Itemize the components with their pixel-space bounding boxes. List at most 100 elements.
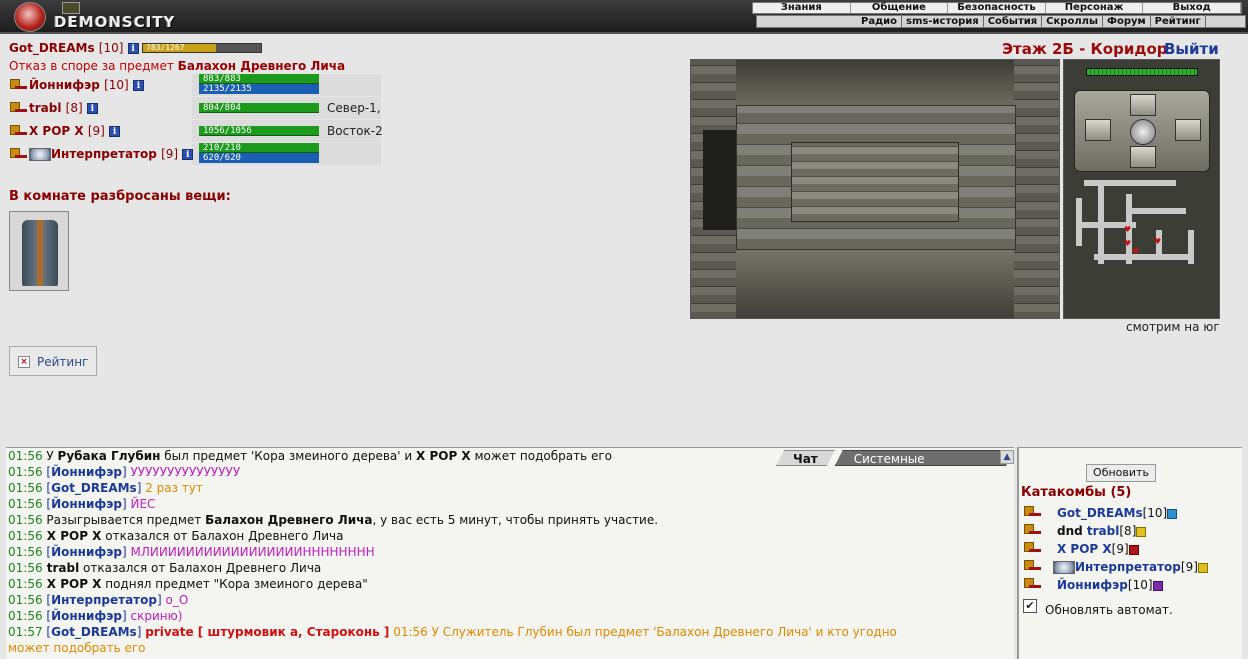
chat-author[interactable]: Йоннифэр [51,609,122,623]
party-member-location: Север-1, [327,101,381,115]
submenu-sms-history[interactable]: sms-история [902,16,984,27]
info-icon[interactable]: i [127,43,139,54]
room-user-level: [8] [1119,524,1137,538]
chat-text: X POP X [42,577,102,591]
chat-author[interactable]: Интерпретатор [51,593,157,607]
chat-author[interactable]: Йоннифэр [51,465,122,479]
transfer-arrow-icon[interactable] [9,79,29,92]
party-member-name[interactable]: trabl [29,101,61,115]
tab-chat[interactable]: Чат [776,450,835,466]
party-member-bars: 1056/1056 [199,126,319,136]
room-user-row: dnd trabl[8] [1021,522,1239,540]
chat-timestamp: 01:56 [8,449,43,463]
submenu-rating[interactable]: Рейтинг [1151,16,1206,27]
chat-author[interactable]: Got_DREAMs [51,625,137,639]
room-user-name[interactable]: trabl [1087,524,1119,538]
chat-text: УУУУУУУУУУУУУУУ [130,465,241,479]
room-user-level: [10] [1127,578,1153,592]
party-member-name[interactable]: Йоннифэр [29,78,100,92]
submenu-events[interactable]: События [984,16,1043,27]
party-member-row: Йоннифэр [10] i 883/883 2135/2135 [9,74,381,97]
chat-text: [ [42,497,52,511]
rotate-center-button[interactable] [1130,119,1156,145]
player-marker-icon: ♥ [1132,247,1140,256]
chat-timestamp: 01:56 [8,497,43,511]
info-icon[interactable]: i [132,80,144,91]
chat-text: [ [42,609,52,623]
info-icon[interactable] [1128,544,1139,555]
dungeon-view[interactable] [690,59,1060,319]
chat-text: X POP X [42,529,102,543]
menu-knowledge[interactable]: Знания [753,3,851,13]
logo-text: DEMONSCITY [54,13,176,31]
move-forward-button[interactable] [1130,94,1156,116]
my-name[interactable]: Got_DREAMs [9,41,95,55]
experience-fill: 783/1267 [143,44,217,52]
room-user-name-block[interactable]: Йоннифэр[10] [1057,578,1163,592]
chat-author[interactable]: Йоннифэр [51,545,122,559]
room-user-name[interactable]: Интерпретатор [1075,560,1181,574]
party-member-name-block[interactable]: Йоннифэр [10] i [9,78,144,92]
room-user-name-block[interactable]: dnd trabl[8] [1057,524,1147,538]
chat-tabs: Чат Системные сообщения [776,450,1014,466]
transfer-arrow-icon[interactable] [1023,560,1043,573]
room-user-name-block[interactable]: Got_DREAMs[10] [1057,506,1178,520]
rating-button[interactable]: × Рейтинг [9,346,97,376]
turn-right-button[interactable] [1175,119,1201,141]
room-user-level: [9] [1111,542,1129,556]
logo-emblem-icon [14,2,46,32]
move-back-button[interactable] [1130,146,1156,168]
party-member-name-block[interactable]: Интерпретатор [9] i [9,147,194,161]
menu-security[interactable]: Безопасность [948,3,1046,13]
transfer-arrow-icon[interactable] [1023,524,1043,537]
chat-text: может подобрать его [8,641,146,655]
info-icon[interactable] [1167,508,1178,519]
menu-exit[interactable]: Выход [1143,3,1241,13]
transfer-arrow-icon[interactable] [9,148,29,161]
transfer-arrow-icon[interactable] [1023,506,1043,519]
robe-item-icon[interactable] [9,211,69,291]
chat-log[interactable]: 01:56 У Рубака Глубин был предмет 'Кора … [6,447,1014,659]
room-title: Катакомбы (5) [1021,485,1132,500]
chat-text: МЛИИИИИИИИИИИИИИИИИНННННННН [130,545,375,559]
refresh-button[interactable]: Обновить [1086,464,1156,482]
info-icon[interactable]: i [182,149,194,160]
info-icon[interactable] [1152,580,1163,591]
transfer-arrow-icon[interactable] [1023,578,1043,591]
party-member-name-block[interactable]: trabl [8] i [9,101,98,115]
info-icon[interactable] [1136,526,1147,537]
room-user-name[interactable]: Йоннифэр [1057,578,1128,592]
chat-message: 01:56 [Йоннифэр] УУУУУУУУУУУУУУУ [6,464,1014,480]
submenu-scrolls[interactable]: Скроллы [1042,16,1104,27]
room-user-name-block[interactable]: X POP X[9] [1057,542,1139,556]
menu-communication[interactable]: Общение [851,3,949,13]
scroll-up-icon[interactable]: ▲ [1000,450,1014,464]
tab-system-messages[interactable]: Системные сообщения [835,450,1014,466]
party-member-name[interactable]: Интерпретатор [51,147,157,161]
room-user-name[interactable]: X POP X [1057,542,1112,556]
transfer-arrow-icon[interactable] [9,125,29,138]
auto-refresh-checkbox[interactable]: ✔ [1023,599,1037,613]
navigation-compass [1074,90,1210,172]
submenu-radio[interactable]: Радио [857,16,903,27]
info-icon[interactable] [1197,562,1208,573]
chat-author[interactable]: Got_DREAMs [51,481,137,495]
party-member-name-block[interactable]: X POP X [9] i [9,124,121,138]
party-member-name[interactable]: X POP X [29,124,84,138]
room-user-row: Got_DREAMs[10] [1021,504,1239,522]
chat-lines: 01:56 У Рубака Глубин был предмет 'Кора … [6,448,1014,656]
info-icon[interactable]: i [86,103,98,114]
chat-author[interactable]: Йоннифэр [51,497,122,511]
transfer-arrow-icon[interactable] [1023,542,1043,555]
exit-link[interactable]: Выйти [1164,40,1219,58]
turn-left-button[interactable] [1085,119,1111,141]
party-member-row: trabl [8] i 804/804 Север-1, [9,97,381,120]
room-user-name-block[interactable]: Интерпретатор[9] [1053,560,1208,574]
chat-text: 2 раз тут [145,481,203,495]
player-marker-icon: ♥ [1154,237,1162,246]
transfer-arrow-icon[interactable] [9,102,29,115]
menu-character[interactable]: Персонаж [1046,3,1144,13]
room-user-name[interactable]: Got_DREAMs [1057,506,1143,520]
info-icon[interactable]: i [109,126,121,137]
submenu-forum[interactable]: Форум [1103,16,1151,27]
